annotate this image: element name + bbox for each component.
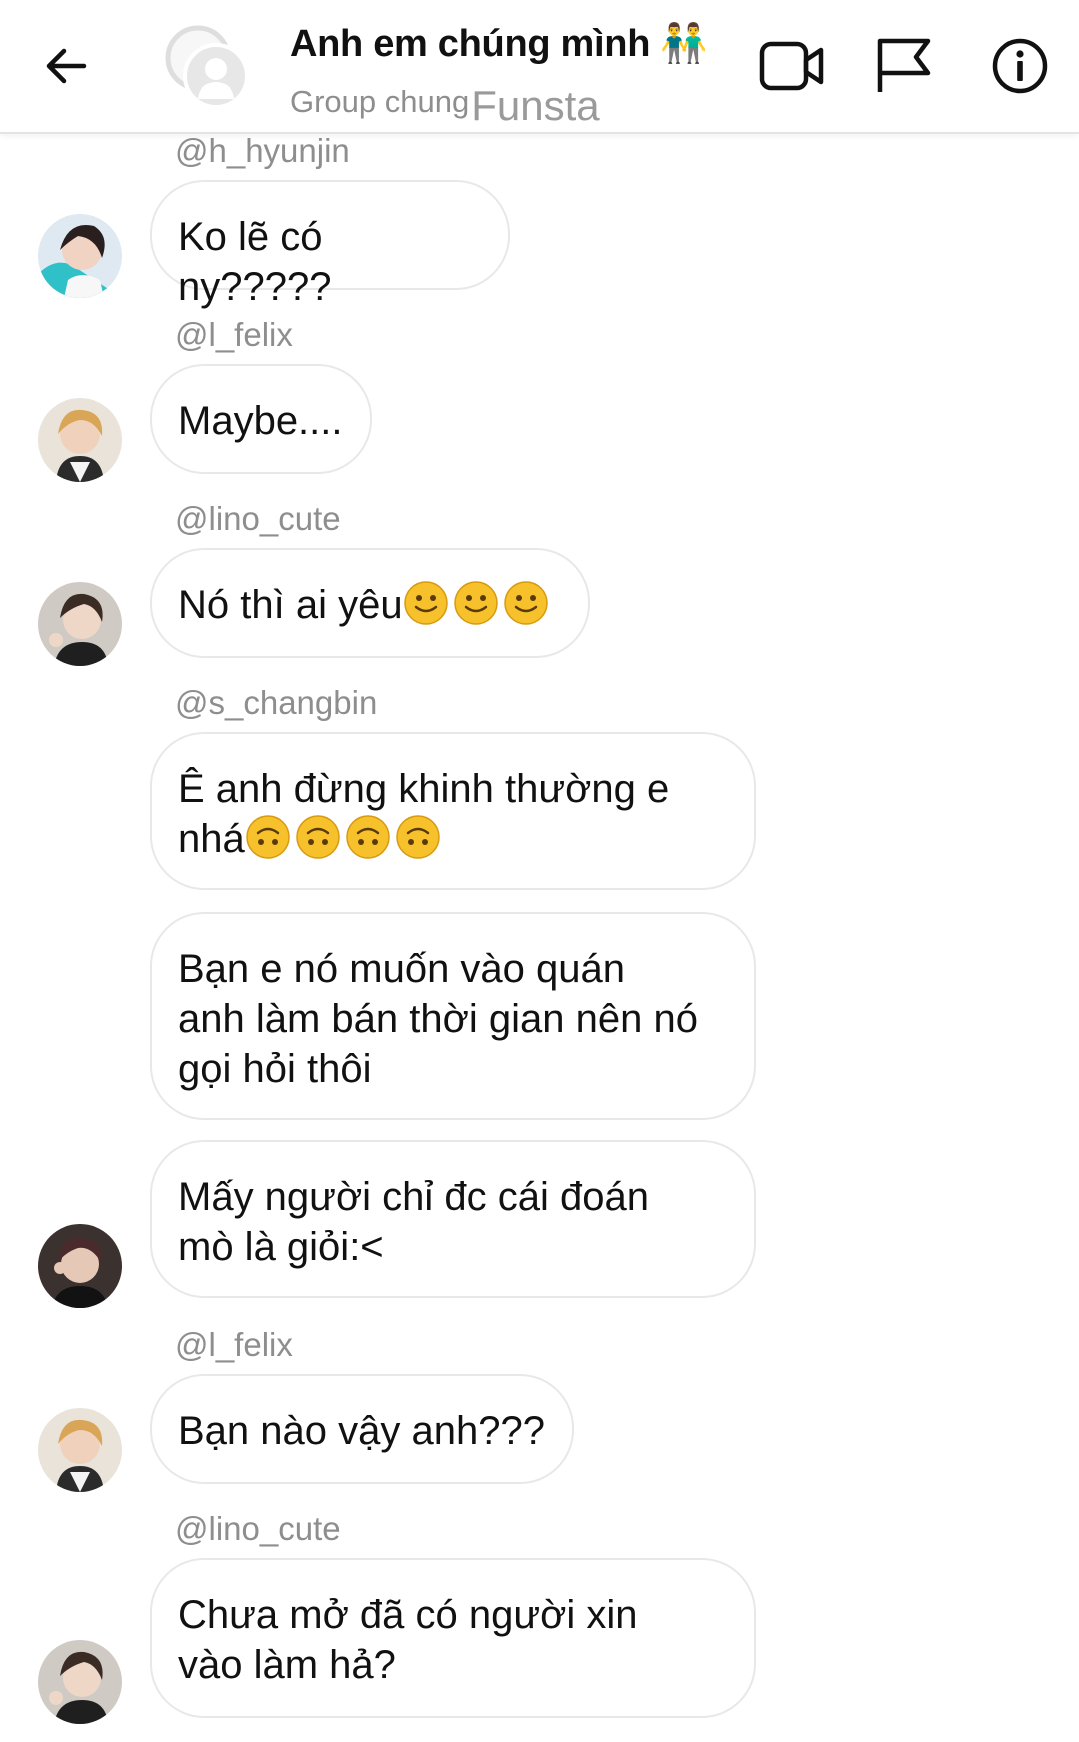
- back-button[interactable]: [36, 36, 96, 96]
- sender-username[interactable]: @h_hyunjin: [175, 132, 350, 170]
- avatar-lino-cute[interactable]: [38, 582, 122, 666]
- slightly-smiling-face-icon: [403, 581, 448, 625]
- chat-screen: @h_hyunjin Ko lẽ có ny????? @l_felix May…: [0, 0, 1079, 1742]
- message-bubble[interactable]: Mấy người chỉ đc cái đoán mò là giỏi:<: [150, 1140, 756, 1298]
- upside-down-face-icon: [396, 815, 440, 859]
- message-list[interactable]: @h_hyunjin Ko lẽ có ny????? @l_felix May…: [0, 0, 1079, 1742]
- slightly-smiling-face-icon: [453, 581, 498, 625]
- message-text: Chưa mở đã có người xin vào làm hả?: [178, 1593, 638, 1687]
- avatar-l-felix[interactable]: [38, 1408, 122, 1492]
- group-avatar[interactable]: [162, 22, 252, 112]
- sender-username[interactable]: @s_changbin: [175, 684, 377, 722]
- message-bubble[interactable]: Bạn e nó muốn vào quán anh làm bán thời …: [150, 912, 756, 1120]
- message-bubble[interactable]: Ko lẽ có ny?????: [150, 180, 510, 309]
- sender-username[interactable]: @l_felix: [175, 316, 293, 354]
- upside-down-face-icon: [296, 815, 340, 859]
- report-button[interactable]: [866, 28, 942, 104]
- message-text: Mấy người chỉ đc cái đoán mò là giỏi:<: [178, 1175, 650, 1269]
- chat-title[interactable]: Anh em chúng mình 👬: [290, 22, 708, 66]
- message-bubble[interactable]: Chưa mở đã có người xin vào làm hả?: [150, 1558, 756, 1718]
- chat-subtitle: Group chung: [290, 84, 470, 119]
- sender-username[interactable]: @lino_cute: [175, 1510, 341, 1548]
- avatar-lino-cute[interactable]: [38, 1640, 122, 1724]
- group-avatar-icon: [165, 25, 249, 109]
- message-text: Maybe....: [178, 399, 343, 443]
- message-bubble[interactable]: Nó thì ai yêu: [150, 548, 590, 658]
- avatar-h-hyunjin[interactable]: [38, 214, 122, 298]
- arrow-left-icon: [46, 48, 87, 84]
- slightly-smiling-face-icon: [503, 581, 548, 625]
- avatar-l-felix[interactable]: [38, 398, 122, 482]
- video-call-icon: [759, 41, 824, 91]
- avatar-s-changbin[interactable]: [38, 1224, 122, 1308]
- flag-icon: [877, 38, 931, 92]
- info-button[interactable]: [982, 28, 1058, 104]
- message-bubble[interactable]: Ê anh đừng khinh thường e nhá: [150, 732, 756, 890]
- chat-header: Anh em chúng mình 👬 Group chungFunsta: [0, 0, 1079, 134]
- message-text: Nó thì ai yêu: [178, 583, 403, 627]
- message-text: Bạn nào vậy anh???: [178, 1409, 545, 1453]
- sender-username[interactable]: @lino_cute: [175, 500, 341, 538]
- sender-username[interactable]: @l_felix: [175, 1326, 293, 1364]
- message-text: Bạn e nó muốn vào quán anh làm bán thời …: [178, 947, 698, 1091]
- video-call-button[interactable]: [754, 28, 830, 104]
- message-text: Ko lẽ có ny?????: [178, 215, 334, 309]
- upside-down-face-icon: [246, 815, 290, 859]
- overlay-label: Funsta: [471, 82, 600, 129]
- message-bubble[interactable]: Bạn nào vậy anh???: [150, 1374, 574, 1484]
- info-icon: [992, 38, 1048, 94]
- upside-down-face-icon: [346, 815, 390, 859]
- message-bubble[interactable]: Maybe....: [150, 364, 372, 474]
- chat-subtitle-row: Group chungFunsta: [290, 74, 600, 129]
